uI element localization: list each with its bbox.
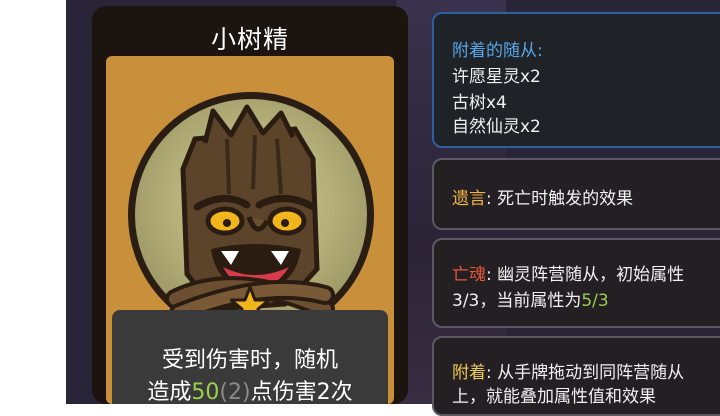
left-blank-strip — [0, 0, 66, 404]
deathrattle-desc: : 死亡时触发的效果 — [486, 189, 634, 209]
attach-desc-1: : 从手牌拖动到同阵营随从 — [486, 363, 685, 383]
soul-desc-2: ，当前属性为 — [479, 291, 582, 311]
attach-text-line-1: 附着: 从手牌拖动到同阵营随从 — [452, 358, 684, 383]
soul-current-stat: 5/3 — [581, 291, 609, 311]
attached-item-3: 自然仙灵x2 — [452, 117, 541, 137]
attached-item-2: 古树x4 — [452, 93, 507, 113]
card-description-line-2: 造成50(2)点伤害2次 — [112, 374, 388, 406]
soul-desc-1: : 幽灵阵营随从，初始属性 — [486, 265, 685, 285]
card-description-line-1: 受到伤害时，随机 — [161, 348, 338, 373]
attached-item-1: 许愿星灵x2 — [452, 67, 541, 87]
desc-text-pre: 造成 — [147, 380, 192, 405]
damage-bonus: (2) — [219, 380, 251, 405]
damage-value: 50 — [191, 380, 220, 405]
attached-header: 附着的随从: — [452, 41, 543, 61]
desc-text-post: 点伤害2次 — [250, 380, 353, 405]
soul-start-stat: 3/3 — [452, 291, 480, 311]
soul-keyword: 亡魂 — [452, 265, 486, 285]
deathrattle-text: 遗言: 死亡时触发的效果 — [452, 184, 633, 209]
attach-text-line-2: 上，就能叠加属性值和效果 — [452, 387, 656, 407]
card-title: 小树精 — [210, 25, 289, 54]
soul-text-line-1: 亡魂: 幽灵阵营随从，初始属性 — [452, 260, 684, 285]
soul-text-line-2: 3/3，当前属性为5/3 — [452, 286, 609, 311]
attach-keyword: 附着 — [452, 363, 486, 383]
deathrattle-keyword: 遗言 — [452, 189, 486, 209]
